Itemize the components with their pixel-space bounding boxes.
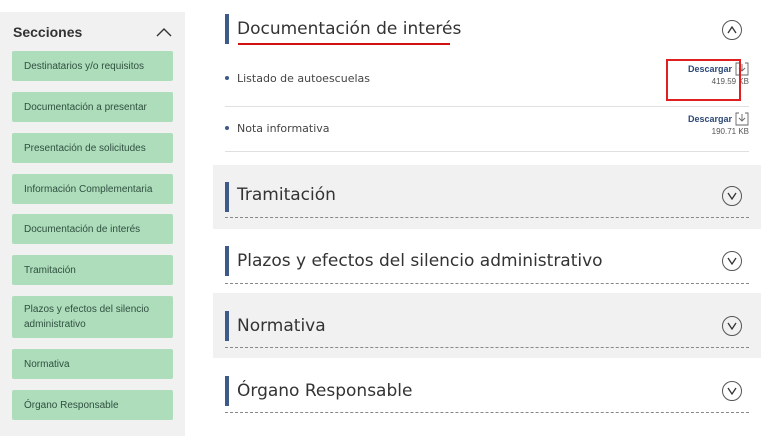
file-size: 190.71 KB bbox=[711, 127, 749, 136]
section-accent-bar bbox=[225, 376, 229, 406]
bullet-icon bbox=[225, 76, 229, 80]
download-link[interactable]: Descargar 190.71 KB bbox=[688, 112, 749, 136]
collapse-toggle-button[interactable] bbox=[722, 20, 742, 40]
sidebar-item-documentacion-interes[interactable]: Documentación de interés bbox=[12, 214, 173, 244]
sidebar-item-destinatarios[interactable]: Destinatarios y/o requisitos bbox=[12, 51, 173, 81]
divider bbox=[225, 151, 749, 152]
section-normativa[interactable]: Normativa bbox=[213, 293, 761, 358]
expand-toggle-button[interactable] bbox=[722, 381, 742, 401]
chevron-up-icon bbox=[727, 26, 737, 34]
section-accent-bar bbox=[225, 182, 229, 212]
section-accent-bar bbox=[225, 311, 229, 341]
download-label[interactable]: Descargar bbox=[688, 114, 732, 124]
sidebar-item-presentacion-solicitudes[interactable]: Presentación de solicitudes bbox=[12, 133, 173, 163]
expand-toggle-button[interactable] bbox=[722, 186, 742, 206]
section-documentacion-interes: Documentación de interés Listado de auto… bbox=[213, 0, 761, 165]
download-icon[interactable] bbox=[735, 112, 749, 126]
section-plazos[interactable]: Plazos y efectos del silencio administra… bbox=[213, 229, 761, 293]
section-tramitacion[interactable]: Tramitación bbox=[213, 165, 761, 229]
section-title[interactable]: Plazos y efectos del silencio administra… bbox=[237, 251, 603, 271]
chevron-down-icon bbox=[727, 322, 737, 330]
dashed-divider bbox=[225, 283, 749, 284]
sidebar-item-normativa[interactable]: Normativa bbox=[12, 349, 173, 379]
chevron-down-icon bbox=[727, 192, 737, 200]
section-title[interactable]: Tramitación bbox=[237, 185, 336, 205]
title-underline bbox=[238, 43, 450, 45]
document-name: Nota informativa bbox=[237, 121, 330, 135]
section-organo-responsable[interactable]: Órgano Responsable bbox=[213, 358, 761, 422]
sidebar-item-documentacion-presentar[interactable]: Documentación a presentar bbox=[12, 92, 173, 122]
section-accent-bar bbox=[225, 246, 229, 276]
sidebar-title: Secciones bbox=[13, 24, 83, 40]
sidebar-item-organo-responsable[interactable]: Órgano Responsable bbox=[12, 390, 173, 420]
dashed-divider bbox=[225, 347, 749, 348]
bullet-icon bbox=[225, 126, 229, 130]
sidebar-item-informacion-complementaria[interactable]: Información Complementaria bbox=[12, 174, 173, 204]
section-accent-bar bbox=[225, 14, 229, 44]
section-title[interactable]: Documentación de interés bbox=[237, 19, 461, 39]
document-name: Listado de autoescuelas bbox=[237, 71, 370, 85]
expand-toggle-button[interactable] bbox=[722, 251, 742, 271]
expand-toggle-button[interactable] bbox=[722, 316, 742, 336]
list-item: Nota informativa Descargar 190.71 KB bbox=[225, 106, 749, 150]
sidebar-item-plazos[interactable]: Plazos y efectos del silencio administra… bbox=[12, 296, 173, 338]
chevron-down-icon bbox=[727, 257, 737, 265]
sidebar-header[interactable]: Secciones bbox=[0, 12, 185, 52]
sidebar-item-tramitacion[interactable]: Tramitación bbox=[12, 255, 173, 285]
highlight-box bbox=[666, 59, 741, 101]
dashed-divider bbox=[225, 217, 749, 218]
chevron-up-icon[interactable] bbox=[156, 27, 172, 37]
main-content: Documentación de interés Listado de auto… bbox=[213, 0, 761, 436]
dashed-divider bbox=[225, 412, 749, 413]
chevron-down-icon bbox=[727, 387, 737, 395]
section-title[interactable]: Órgano Responsable bbox=[237, 381, 412, 401]
section-title[interactable]: Normativa bbox=[237, 316, 326, 336]
